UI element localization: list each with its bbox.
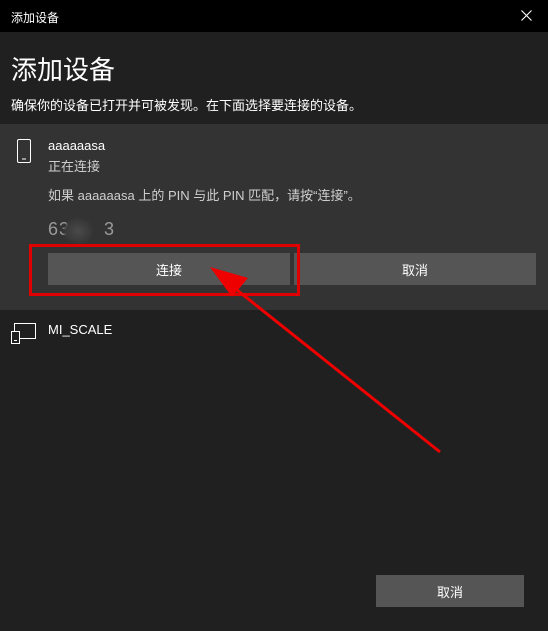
- device-status: 正在连接: [48, 159, 101, 174]
- window-title: 添加设备: [11, 11, 60, 25]
- device-name-mi-scale[interactable]: MI_SCALE: [48, 322, 112, 337]
- device-name: aaaaaasa: [48, 138, 106, 153]
- annotation-highlight-box: [29, 244, 300, 296]
- display-device-icon: [11, 323, 36, 344]
- phone-icon: [17, 139, 31, 163]
- pin-code-end: 3: [104, 219, 116, 239]
- pin-redaction: [63, 218, 93, 244]
- close-icon: [521, 10, 532, 21]
- close-button[interactable]: [504, 0, 548, 32]
- page-description: 确保你的设备已打开并可被发现。在下面选择要连接的设备。: [11, 98, 363, 113]
- cancel-pairing-button[interactable]: 取消: [294, 253, 536, 285]
- pin-message: 如果 aaaaaasa 上的 PIN 与此 PIN 匹配，请按“连接”。: [48, 188, 361, 203]
- page-heading: 添加设备: [11, 55, 116, 85]
- cancel-button[interactable]: 取消: [376, 575, 524, 607]
- title-bar: 添加设备: [0, 0, 548, 32]
